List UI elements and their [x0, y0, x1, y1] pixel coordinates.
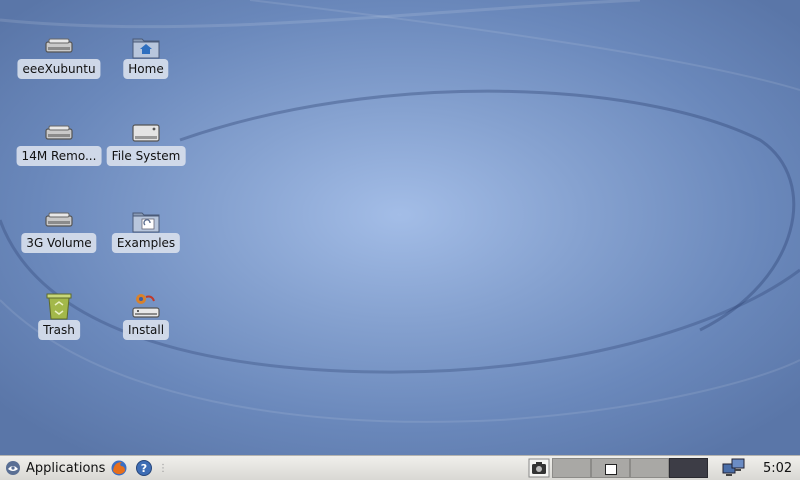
desktop-icon-label: File System — [106, 146, 186, 166]
workspace-1[interactable] — [552, 458, 591, 478]
clock-time: 5:02 — [763, 460, 793, 476]
drive-icon — [45, 125, 73, 140]
network-status[interactable] — [722, 456, 746, 480]
help-launcher[interactable]: ? — [135, 456, 153, 480]
desktop-icon-trash[interactable]: Trash — [14, 285, 104, 367]
desktop-icon-install[interactable]: Install — [101, 285, 191, 367]
trash-icon — [46, 293, 72, 320]
desktop-icon-file-system[interactable]: File System — [101, 111, 191, 193]
desktop-icon-14m-removable[interactable]: 14M Remo... — [14, 111, 104, 193]
desktop-icon-label: Examples — [111, 233, 181, 253]
drive-icon — [45, 212, 73, 227]
workspace-2[interactable] — [591, 458, 630, 478]
desktop-icon-3g-volume[interactable]: 3G Volume — [14, 198, 104, 280]
firefox-icon — [111, 460, 127, 476]
filesystem-drive-icon — [132, 124, 160, 142]
desktop-icon-home[interactable]: Home — [101, 24, 191, 106]
install-icon — [132, 294, 160, 318]
workspace-4-active[interactable] — [669, 458, 708, 478]
bottom-panel: Applications ? ⋮ 5:02 — [0, 455, 800, 480]
workspace-3[interactable] — [630, 458, 669, 478]
applications-menu[interactable]: Applications — [4, 456, 105, 480]
desktop-icon-label: eeeXubuntu — [17, 59, 101, 79]
screenshot-button[interactable] — [528, 456, 550, 480]
drive-icon — [45, 38, 73, 53]
workspace-window-thumb — [605, 464, 617, 475]
network-icon — [722, 458, 745, 476]
panel-clock[interactable]: 5:02 — [763, 456, 792, 480]
desktop-icon-label: 14M Remo... — [16, 146, 102, 166]
panel-separator-handle: ⋮ — [158, 462, 168, 474]
applications-label: Applications — [26, 460, 106, 476]
desktop-icon-label: Install — [122, 320, 170, 340]
camera-icon — [528, 458, 550, 478]
help-icon: ? — [136, 460, 152, 476]
desktop-icon-label: 3G Volume — [21, 233, 97, 253]
desktop-icon-eeexubuntu[interactable]: eeeXubuntu — [14, 24, 104, 106]
desktop-icon-label: Home — [123, 59, 169, 79]
xfce-logo-icon — [6, 461, 20, 475]
svg-text:?: ? — [141, 462, 147, 475]
examples-folder-icon — [132, 212, 160, 233]
desktop-icon-examples[interactable]: Examples — [101, 198, 191, 280]
home-folder-icon — [132, 38, 160, 59]
firefox-launcher[interactable] — [110, 456, 128, 480]
desktop[interactable]: eeeXubuntu Home 14M Remo... File System — [0, 0, 800, 455]
desktop-icon-label: Trash — [38, 320, 80, 340]
